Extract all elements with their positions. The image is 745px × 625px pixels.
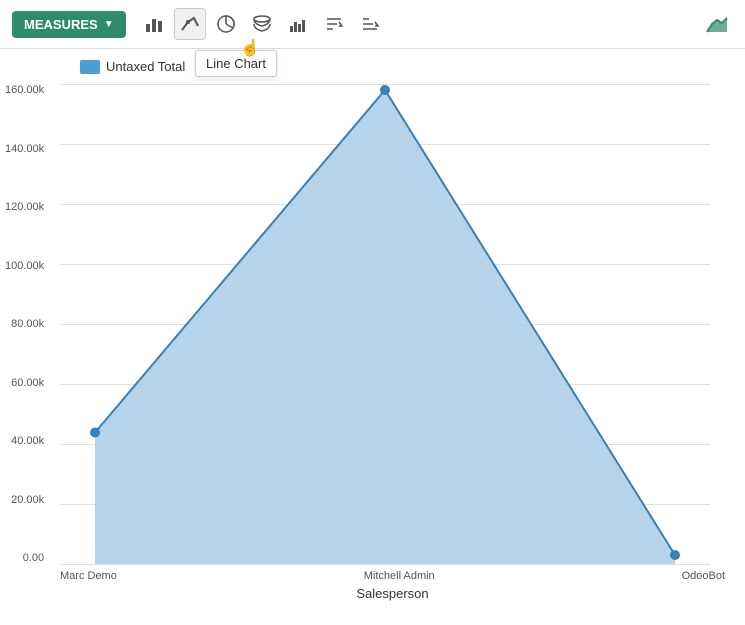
legend-color-swatch — [80, 60, 100, 74]
chart-container: 160.00k 140.00k 120.00k 100.00k 80.00k 6… — [60, 84, 710, 564]
y-label-0: 160.00k — [5, 84, 49, 96]
area-chart-icon[interactable] — [701, 8, 733, 40]
x-label-odoobot: OdooBot — [682, 570, 725, 582]
toolbar: MEASURES ▼ — [0, 0, 745, 49]
x-axis-title: Salesperson — [60, 586, 725, 601]
chart-area: Untaxed Total 160.00k 140.00k 120.00k 10… — [0, 49, 745, 609]
sort-desc-icon[interactable] — [318, 8, 350, 40]
x-label-mitchell: Mitchell Admin — [364, 570, 435, 582]
x-label-marc: Marc Demo — [60, 570, 117, 582]
y-label-8: 0.00 — [23, 552, 49, 564]
chart-svg — [60, 84, 710, 564]
chart-legend: Untaxed Total — [80, 59, 725, 74]
small-bar-icon[interactable] — [282, 8, 314, 40]
stack-icon[interactable] — [246, 8, 278, 40]
y-label-2: 120.00k — [5, 201, 49, 213]
line-chart-tooltip: Line Chart — [195, 50, 277, 77]
bar-chart-icon[interactable] — [138, 8, 170, 40]
y-label-4: 80.00k — [11, 318, 49, 330]
legend-label: Untaxed Total — [106, 59, 185, 74]
y-label-1: 140.00k — [5, 143, 49, 155]
line-chart-icon[interactable] — [174, 8, 206, 40]
y-axis: 160.00k 140.00k 120.00k 100.00k 80.00k 6… — [5, 84, 49, 564]
y-label-5: 60.00k — [11, 377, 49, 389]
pie-chart-icon[interactable] — [210, 8, 242, 40]
y-label-3: 100.00k — [5, 260, 49, 272]
measures-label: MEASURES — [24, 17, 98, 32]
measures-button[interactable]: MEASURES ▼ — [12, 11, 126, 38]
measures-dropdown-arrow: ▼ — [104, 19, 114, 30]
y-label-7: 20.00k — [11, 494, 49, 506]
tooltip-text: Line Chart — [206, 56, 266, 71]
y-label-6: 40.00k — [11, 435, 49, 447]
x-axis-labels: Marc Demo Mitchell Admin OdooBot — [60, 570, 725, 582]
sort-asc-icon[interactable] — [354, 8, 386, 40]
